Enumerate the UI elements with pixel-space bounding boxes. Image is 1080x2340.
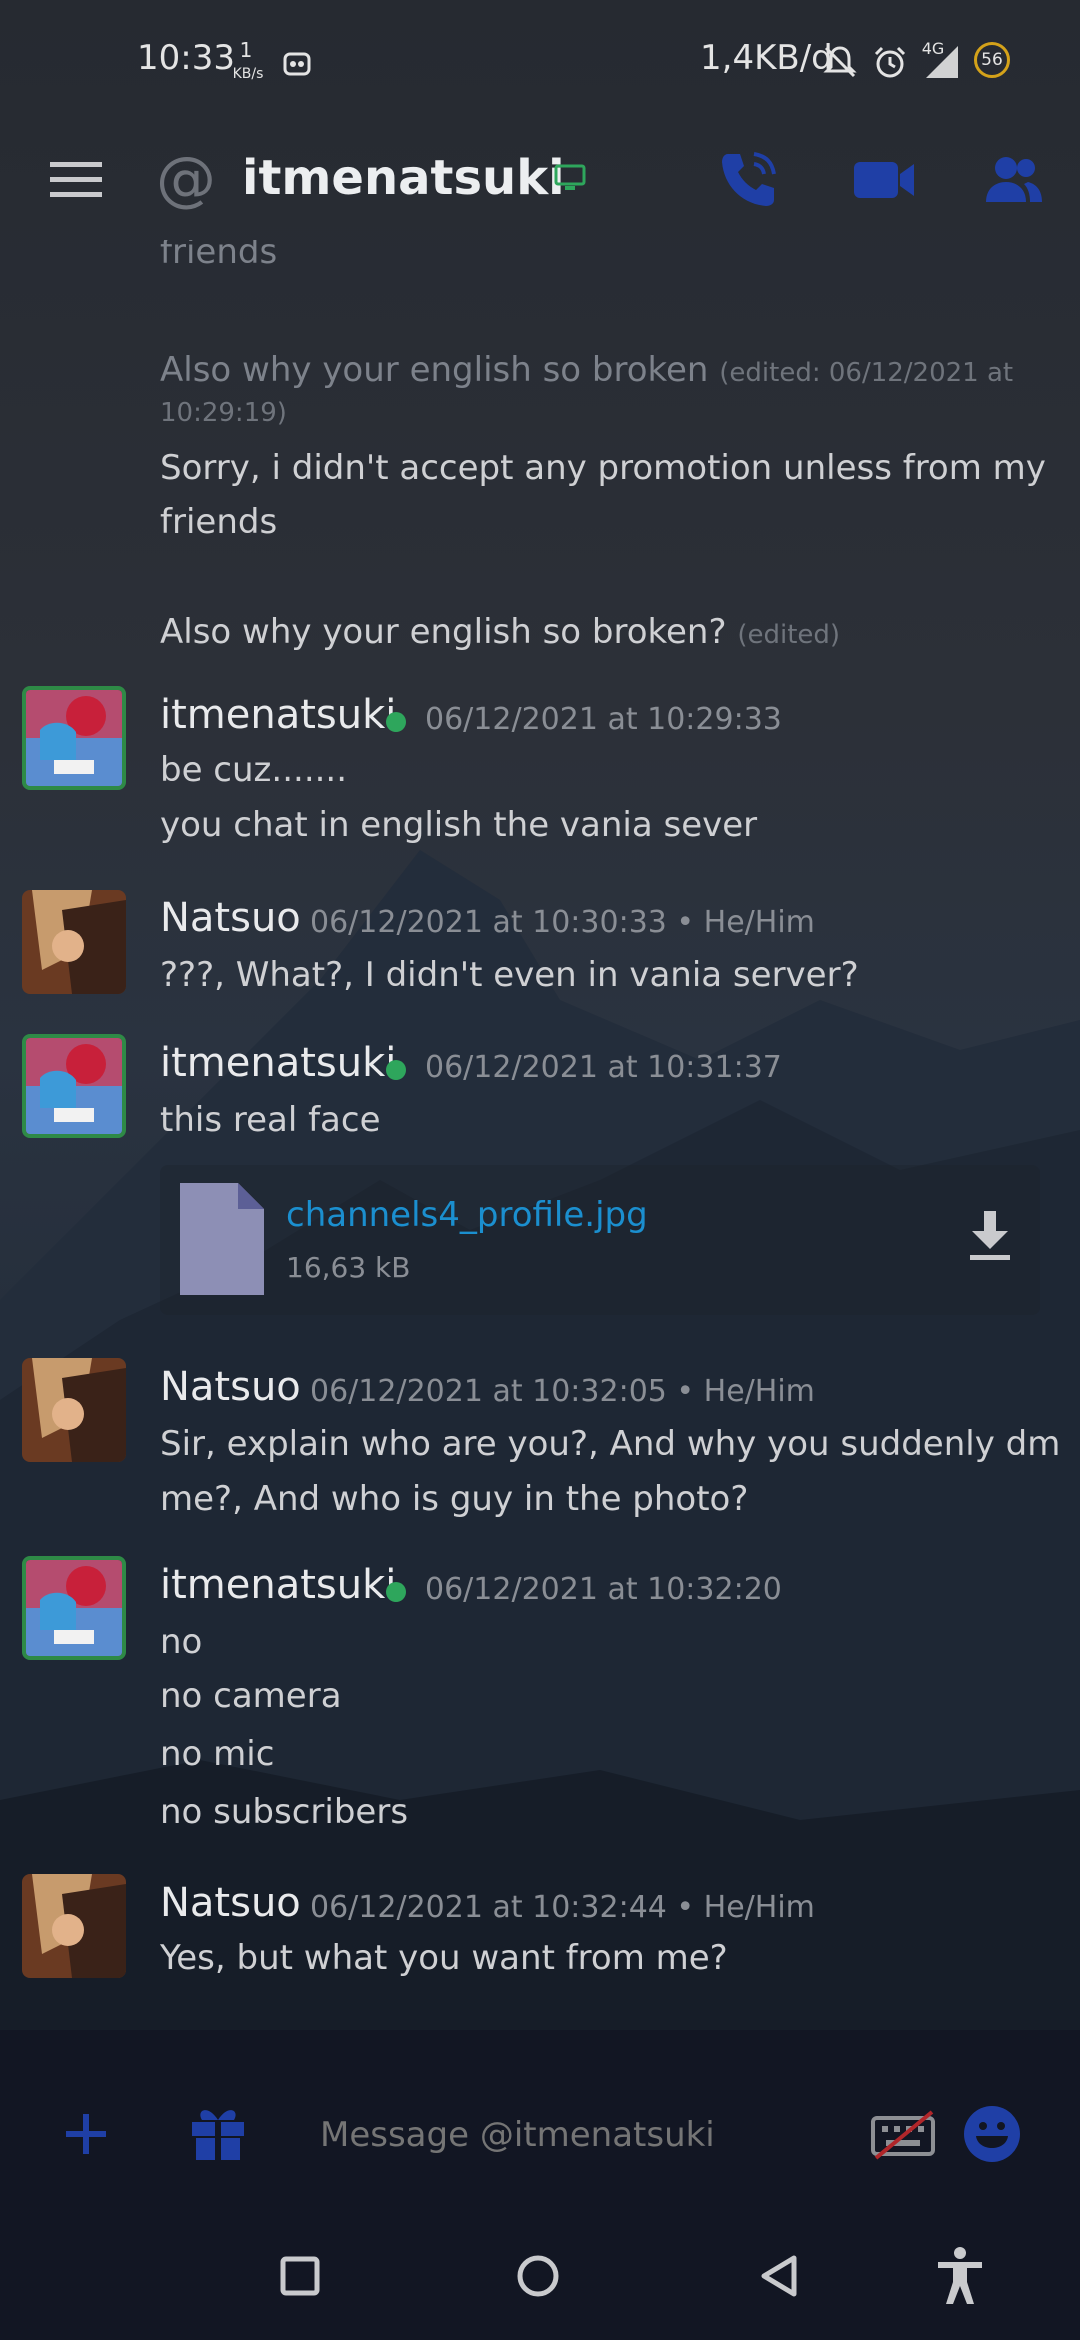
message-text: friends	[160, 502, 278, 542]
message-text: friends	[160, 240, 278, 272]
message-text: Also why your english so broken (edited:…	[160, 350, 1013, 390]
battery-level: 56	[981, 50, 1003, 70]
message-author[interactable]: itmenatsuki	[160, 1562, 396, 1608]
message-text: no	[160, 1622, 203, 1662]
avatar[interactable]	[22, 1874, 126, 1978]
signal-icon	[926, 46, 958, 78]
message-text: this real face	[160, 1100, 381, 1140]
alarm-icon	[874, 46, 906, 78]
message-text: me?, And who is guy in the photo?	[160, 1479, 749, 1519]
at-symbol: @	[156, 144, 216, 214]
status-bar: 10:33 1 KB/s 1,4KB/d 4G 56	[0, 0, 1080, 120]
avatar[interactable]	[22, 686, 126, 790]
desktop-status-icon	[554, 164, 586, 190]
attachment-size: 16,63 kB	[286, 1251, 411, 1284]
avatar[interactable]	[22, 1556, 126, 1660]
app-notification-icon	[283, 52, 311, 76]
message-text: no subscribers	[160, 1792, 409, 1832]
recent-apps-icon[interactable]	[280, 2256, 320, 2296]
menu-icon[interactable]	[50, 160, 104, 200]
online-status-dot	[386, 712, 406, 732]
message-author[interactable]: Natsuo	[160, 895, 301, 941]
message-text-line: Also why your english so broken	[160, 350, 709, 390]
message-text: Sorry, i didn't accept any promotion unl…	[160, 448, 1046, 488]
system-navigation-bar	[0, 2210, 1080, 2340]
message-author[interactable]: itmenatsuki	[160, 1040, 396, 1086]
message-timestamp: 06/12/2021 at 10:31:37	[425, 1050, 782, 1085]
message-text: Yes, but what you want from me?	[160, 1938, 728, 1978]
gift-icon[interactable]	[188, 2102, 248, 2162]
message-author[interactable]: itmenatsuki	[160, 692, 396, 738]
status-speed-value: 1	[239, 38, 253, 62]
file-attachment[interactable]: channels4_profile.jpg 16,63 kB	[160, 1165, 1040, 1315]
status-data-usage: 1,4KB/d	[700, 38, 833, 78]
accessibility-icon[interactable]	[934, 2246, 986, 2306]
member-list-icon[interactable]	[982, 154, 1044, 204]
download-icon[interactable]	[968, 1211, 1012, 1263]
edited-label: 10:29:19)	[160, 398, 287, 428]
message-timestamp: 06/12/2021 at 10:32:20	[425, 1572, 782, 1607]
message-author[interactable]: Natsuo	[160, 1364, 301, 1410]
message-list[interactable]: friends Also why your english so broken …	[0, 240, 1080, 1980]
video-call-icon[interactable]	[852, 158, 916, 202]
emoji-icon[interactable]	[962, 2104, 1022, 2164]
message-text: you chat in english the vania sever	[160, 805, 758, 845]
message-text: be cuz.......	[160, 750, 348, 790]
avatar[interactable]	[22, 890, 126, 994]
keyboard-toggle-icon[interactable]	[870, 2110, 936, 2160]
bell-muted-icon	[823, 46, 857, 78]
message-timestamp: 06/12/2021 at 10:29:33	[425, 702, 782, 737]
home-icon[interactable]	[516, 2254, 560, 2298]
edited-label: (edited)	[737, 620, 841, 650]
message-timestamp: 06/12/2021 at 10:30:33 • He/Him	[310, 905, 815, 940]
online-status-dot	[386, 1582, 406, 1602]
attachment-filename[interactable]: channels4_profile.jpg	[286, 1195, 648, 1235]
message-text: no camera	[160, 1676, 342, 1716]
page-title: itmenatsuki	[242, 150, 565, 206]
message-text: no mic	[160, 1734, 275, 1774]
battery-indicator: 56	[974, 42, 1010, 78]
message-timestamp: 06/12/2021 at 10:32:44 • He/Him	[310, 1890, 815, 1925]
back-icon[interactable]	[760, 2254, 800, 2298]
voice-call-icon[interactable]	[718, 148, 780, 210]
message-input-bar	[0, 2070, 1080, 2200]
avatar[interactable]	[22, 1034, 126, 1138]
message-text-line: Also why your english so broken?	[160, 612, 727, 652]
status-speed-unit: KB/s	[232, 66, 264, 82]
file-icon	[180, 1183, 264, 1295]
message-timestamp: 06/12/2021 at 10:32:05 • He/Him	[310, 1374, 815, 1409]
status-time: 10:33	[137, 38, 235, 78]
online-status-dot	[386, 1060, 406, 1080]
edited-label: (edited: 06/12/2021 at	[719, 358, 1014, 388]
avatar[interactable]	[22, 1358, 126, 1462]
message-text: Sir, explain who are you?, And why you s…	[160, 1424, 1061, 1464]
message-text: Also why your english so broken? (edited…	[160, 612, 840, 652]
message-text: ???, What?, I didn't even in vania serve…	[160, 955, 859, 995]
message-author[interactable]: Natsuo	[160, 1880, 301, 1926]
message-input[interactable]	[318, 2104, 842, 2166]
chat-header: @ itmenatsuki	[0, 120, 1080, 240]
add-icon[interactable]	[62, 2110, 110, 2158]
